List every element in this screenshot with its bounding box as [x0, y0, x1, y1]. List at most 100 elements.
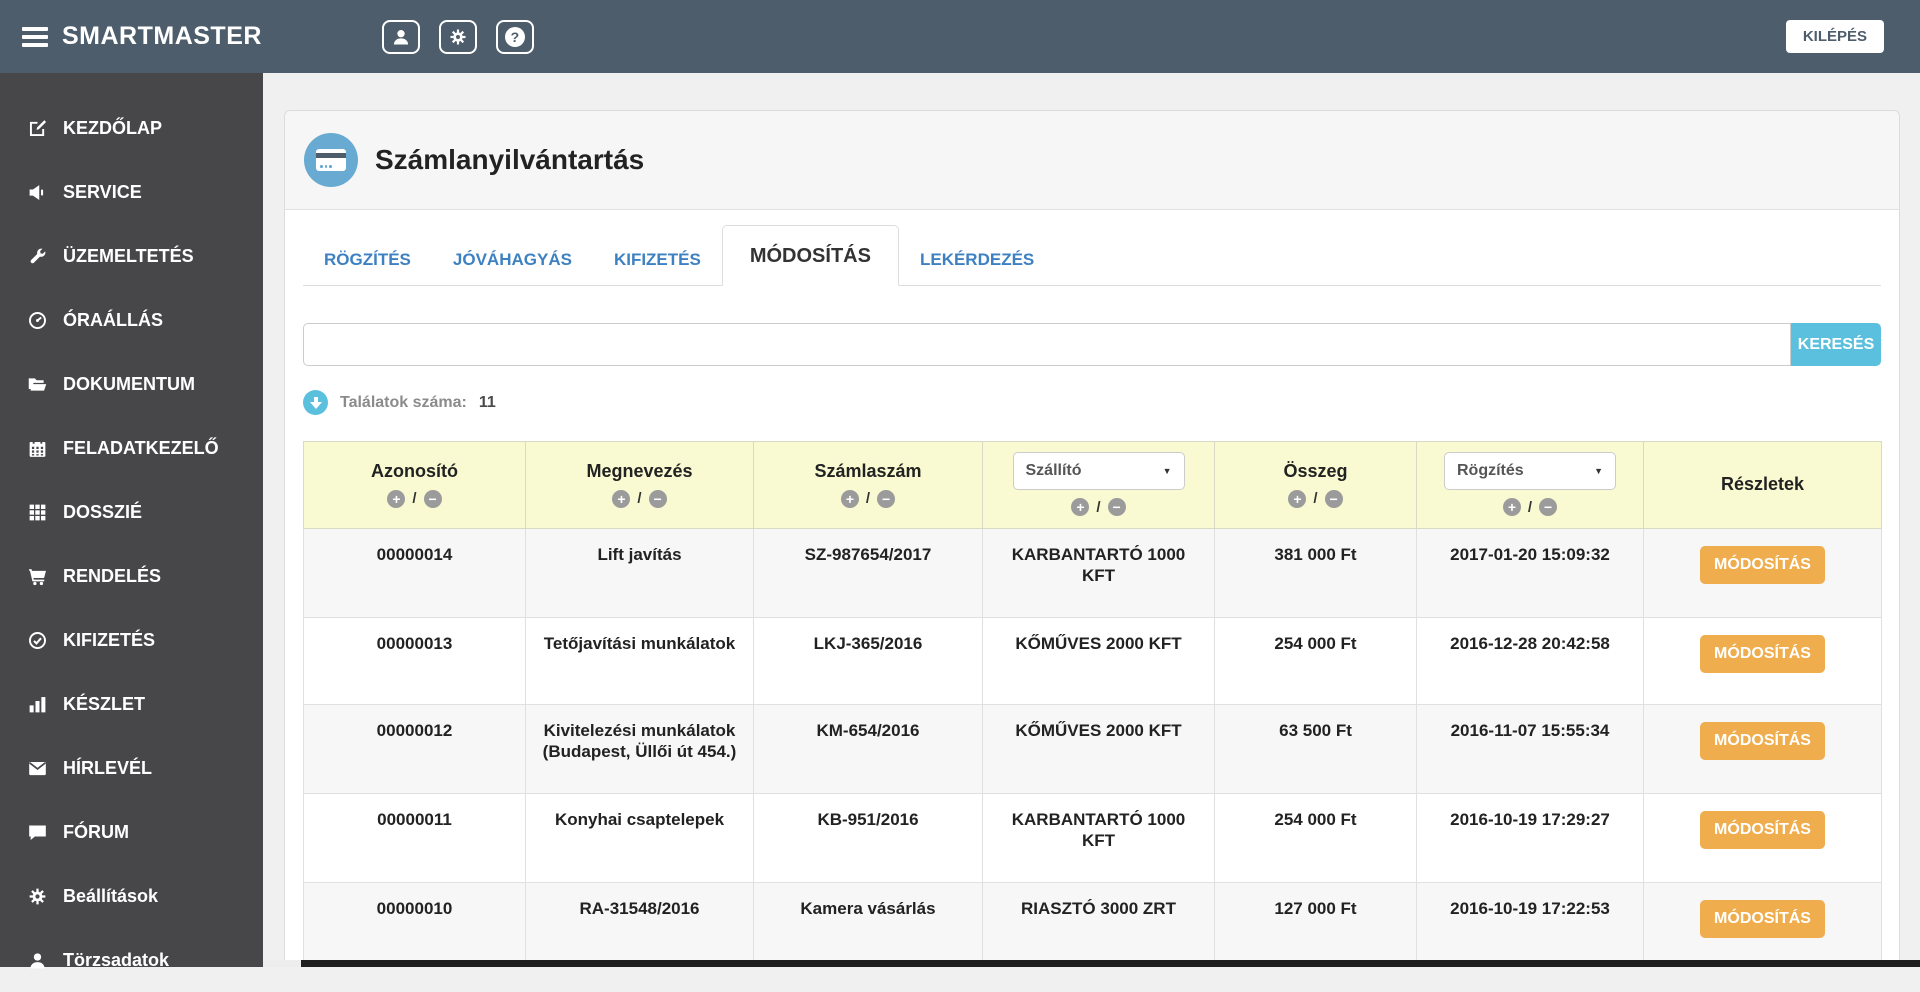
sidebar-item-uzemeltetes[interactable]: ÜZEMELTETÉS: [0, 224, 263, 288]
user-icon: [391, 27, 411, 47]
menu-toggle-icon[interactable]: [22, 23, 48, 51]
cell-id: 00000012: [304, 705, 526, 794]
sort-desc-icon[interactable]: −: [1539, 498, 1557, 516]
cell-amount: 63 500 Ft: [1215, 705, 1417, 794]
grid-icon: [27, 502, 48, 523]
sidebar-item-dokumentum[interactable]: DOKUMENTUM: [0, 352, 263, 416]
recorded-filter-select[interactable]: Rögzítés ▼: [1444, 452, 1616, 490]
cell-id: 00000010: [304, 883, 526, 968]
cell-invoice: SZ-987654/2017: [754, 529, 983, 618]
sort-desc-icon[interactable]: −: [877, 490, 895, 508]
cell-invoice: KM-654/2016: [754, 705, 983, 794]
cell-recorded: 2017-01-20 15:09:32: [1417, 529, 1644, 618]
sidebar-item-oraallas[interactable]: ÓRAÁLLÁS: [0, 288, 263, 352]
logout-button[interactable]: KILÉPÉS: [1786, 20, 1884, 53]
table-row: 00000012 Kivitelezési munkálatok (Budape…: [304, 705, 1882, 794]
sidebar-item-service[interactable]: SERVICE: [0, 160, 263, 224]
invoice-table: Azonosító + / − Megnevezés + / −: [303, 441, 1882, 967]
cell-amount: 381 000 Ft: [1215, 529, 1417, 618]
table-row: 00000010 RA-31548/2016 Kamera vásárlás R…: [304, 883, 1882, 968]
modify-button[interactable]: MÓDOSÍTÁS: [1700, 635, 1825, 673]
sidebar-item-dosszie[interactable]: DOSSZIÉ: [0, 480, 263, 544]
search-input[interactable]: [303, 323, 1791, 366]
question-icon: ?: [505, 27, 525, 47]
bar-chart-icon: [27, 694, 48, 715]
cell-recorded: 2016-10-19 17:29:27: [1417, 794, 1644, 883]
sidebar-item-torzsadatok[interactable]: Törzsadatok: [0, 928, 263, 992]
sort-asc-icon[interactable]: +: [1503, 498, 1521, 516]
tab-kifizetes[interactable]: KIFIZETÉS: [593, 237, 722, 285]
sidebar-item-forum[interactable]: FÓRUM: [0, 800, 263, 864]
sort-asc-icon[interactable]: +: [1288, 490, 1306, 508]
sort-desc-icon[interactable]: −: [649, 490, 667, 508]
sidebar-item-keszlet[interactable]: KÉSZLET: [0, 672, 263, 736]
sidebar-item-feladatkezelo[interactable]: FELADATKEZELŐ: [0, 416, 263, 480]
cell-recorded: 2016-12-28 20:42:58: [1417, 618, 1644, 705]
cell-supplier: KARBANTARTÓ 1000 KFT: [983, 794, 1215, 883]
sort-asc-icon[interactable]: +: [1071, 498, 1089, 516]
sort-asc-icon[interactable]: +: [387, 490, 405, 508]
calendar-icon: [27, 438, 48, 459]
tab-jovahagyas[interactable]: JÓVÁHAGYÁS: [432, 237, 593, 285]
gauge-icon: [27, 310, 48, 331]
sort-desc-icon[interactable]: −: [1108, 498, 1126, 516]
credit-card-icon: [304, 133, 358, 187]
tab-modositas[interactable]: MÓDOSÍTÁS: [722, 225, 899, 286]
tab-lekerdezes[interactable]: LEKÉRDEZÉS: [899, 237, 1055, 285]
cell-amount: 254 000 Ft: [1215, 794, 1417, 883]
search-button[interactable]: KERESÉS: [1791, 323, 1881, 366]
folder-icon: [27, 374, 48, 395]
app-brand: SMARTMASTER: [62, 22, 262, 51]
tab-bar: RÖGZÍTÉS JÓVÁHAGYÁS KIFIZETÉS MÓDOSÍTÁS …: [303, 218, 1881, 286]
sidebar-item-beallitasok[interactable]: Beállítások: [0, 864, 263, 928]
cell-id: 00000011: [304, 794, 526, 883]
user-profile-button[interactable]: [382, 20, 420, 54]
column-header-rogzites: Rögzítés ▼ + / −: [1417, 442, 1644, 529]
cell-action: MÓDOSÍTÁS: [1644, 794, 1882, 883]
arrow-down-icon[interactable]: [303, 390, 328, 415]
invoice-panel: Számlanyilvántartás RÖGZÍTÉS JÓVÁHAGYÁS …: [284, 110, 1900, 967]
cart-icon: [27, 566, 48, 587]
column-header-szallito: Szállító ▼ + / −: [983, 442, 1215, 529]
top-bar: SMARTMASTER ?: [0, 0, 1920, 73]
sidebar-item-rendeles[interactable]: RENDELÉS: [0, 544, 263, 608]
cell-action: MÓDOSÍTÁS: [1644, 529, 1882, 618]
user-icon: [27, 950, 48, 971]
cell-name: RA-31548/2016: [526, 883, 754, 968]
sidebar-nav: KEZDŐLAP SERVICE ÜZEMELTETÉS ÓRAÁLLÁS DO…: [0, 73, 263, 967]
tab-rogzites[interactable]: RÖGZÍTÉS: [303, 237, 432, 285]
modify-button[interactable]: MÓDOSÍTÁS: [1700, 546, 1825, 584]
scrollbar-thumb[interactable]: [301, 960, 1920, 967]
sidebar-item-kezdolap[interactable]: KEZDŐLAP: [0, 96, 263, 160]
gear-icon: [448, 27, 468, 47]
cell-name: Lift javítás: [526, 529, 754, 618]
table-row: 00000011 Konyhai csaptelepek KB-951/2016…: [304, 794, 1882, 883]
sidebar-item-hirlevel[interactable]: HÍRLEVÉL: [0, 736, 263, 800]
cell-id: 00000014: [304, 529, 526, 618]
horizontal-scrollbar[interactable]: [263, 960, 1920, 967]
topbar-icon-group: ?: [382, 20, 534, 54]
modify-button[interactable]: MÓDOSÍTÁS: [1700, 900, 1825, 938]
sort-desc-icon[interactable]: −: [424, 490, 442, 508]
sort-desc-icon[interactable]: −: [1325, 490, 1343, 508]
table-row: 00000014 Lift javítás SZ-987654/2017 KAR…: [304, 529, 1882, 618]
cell-action: MÓDOSÍTÁS: [1644, 705, 1882, 794]
column-header-reszletek: Részletek: [1644, 442, 1882, 529]
gear-icon: [27, 886, 48, 907]
sort-asc-icon[interactable]: +: [841, 490, 859, 508]
cell-action: MÓDOSÍTÁS: [1644, 883, 1882, 968]
results-count: 11: [479, 394, 496, 412]
column-header-osszeg: Összeg + / −: [1215, 442, 1417, 529]
help-button[interactable]: ?: [496, 20, 534, 54]
modify-button[interactable]: MÓDOSÍTÁS: [1700, 722, 1825, 760]
sidebar-item-kifizetes[interactable]: KIFIZETÉS: [0, 608, 263, 672]
column-header-megnevezes: Megnevezés + / −: [526, 442, 754, 529]
cell-recorded: 2016-11-07 15:55:34: [1417, 705, 1644, 794]
panel-header: Számlanyilvántartás: [285, 111, 1899, 210]
supplier-filter-select[interactable]: Szállító ▼: [1013, 452, 1185, 490]
results-label: Találatok száma:: [340, 394, 467, 412]
settings-button[interactable]: [439, 20, 477, 54]
sort-asc-icon[interactable]: +: [612, 490, 630, 508]
modify-button[interactable]: MÓDOSÍTÁS: [1700, 811, 1825, 849]
column-header-azonosito: Azonosító + / −: [304, 442, 526, 529]
